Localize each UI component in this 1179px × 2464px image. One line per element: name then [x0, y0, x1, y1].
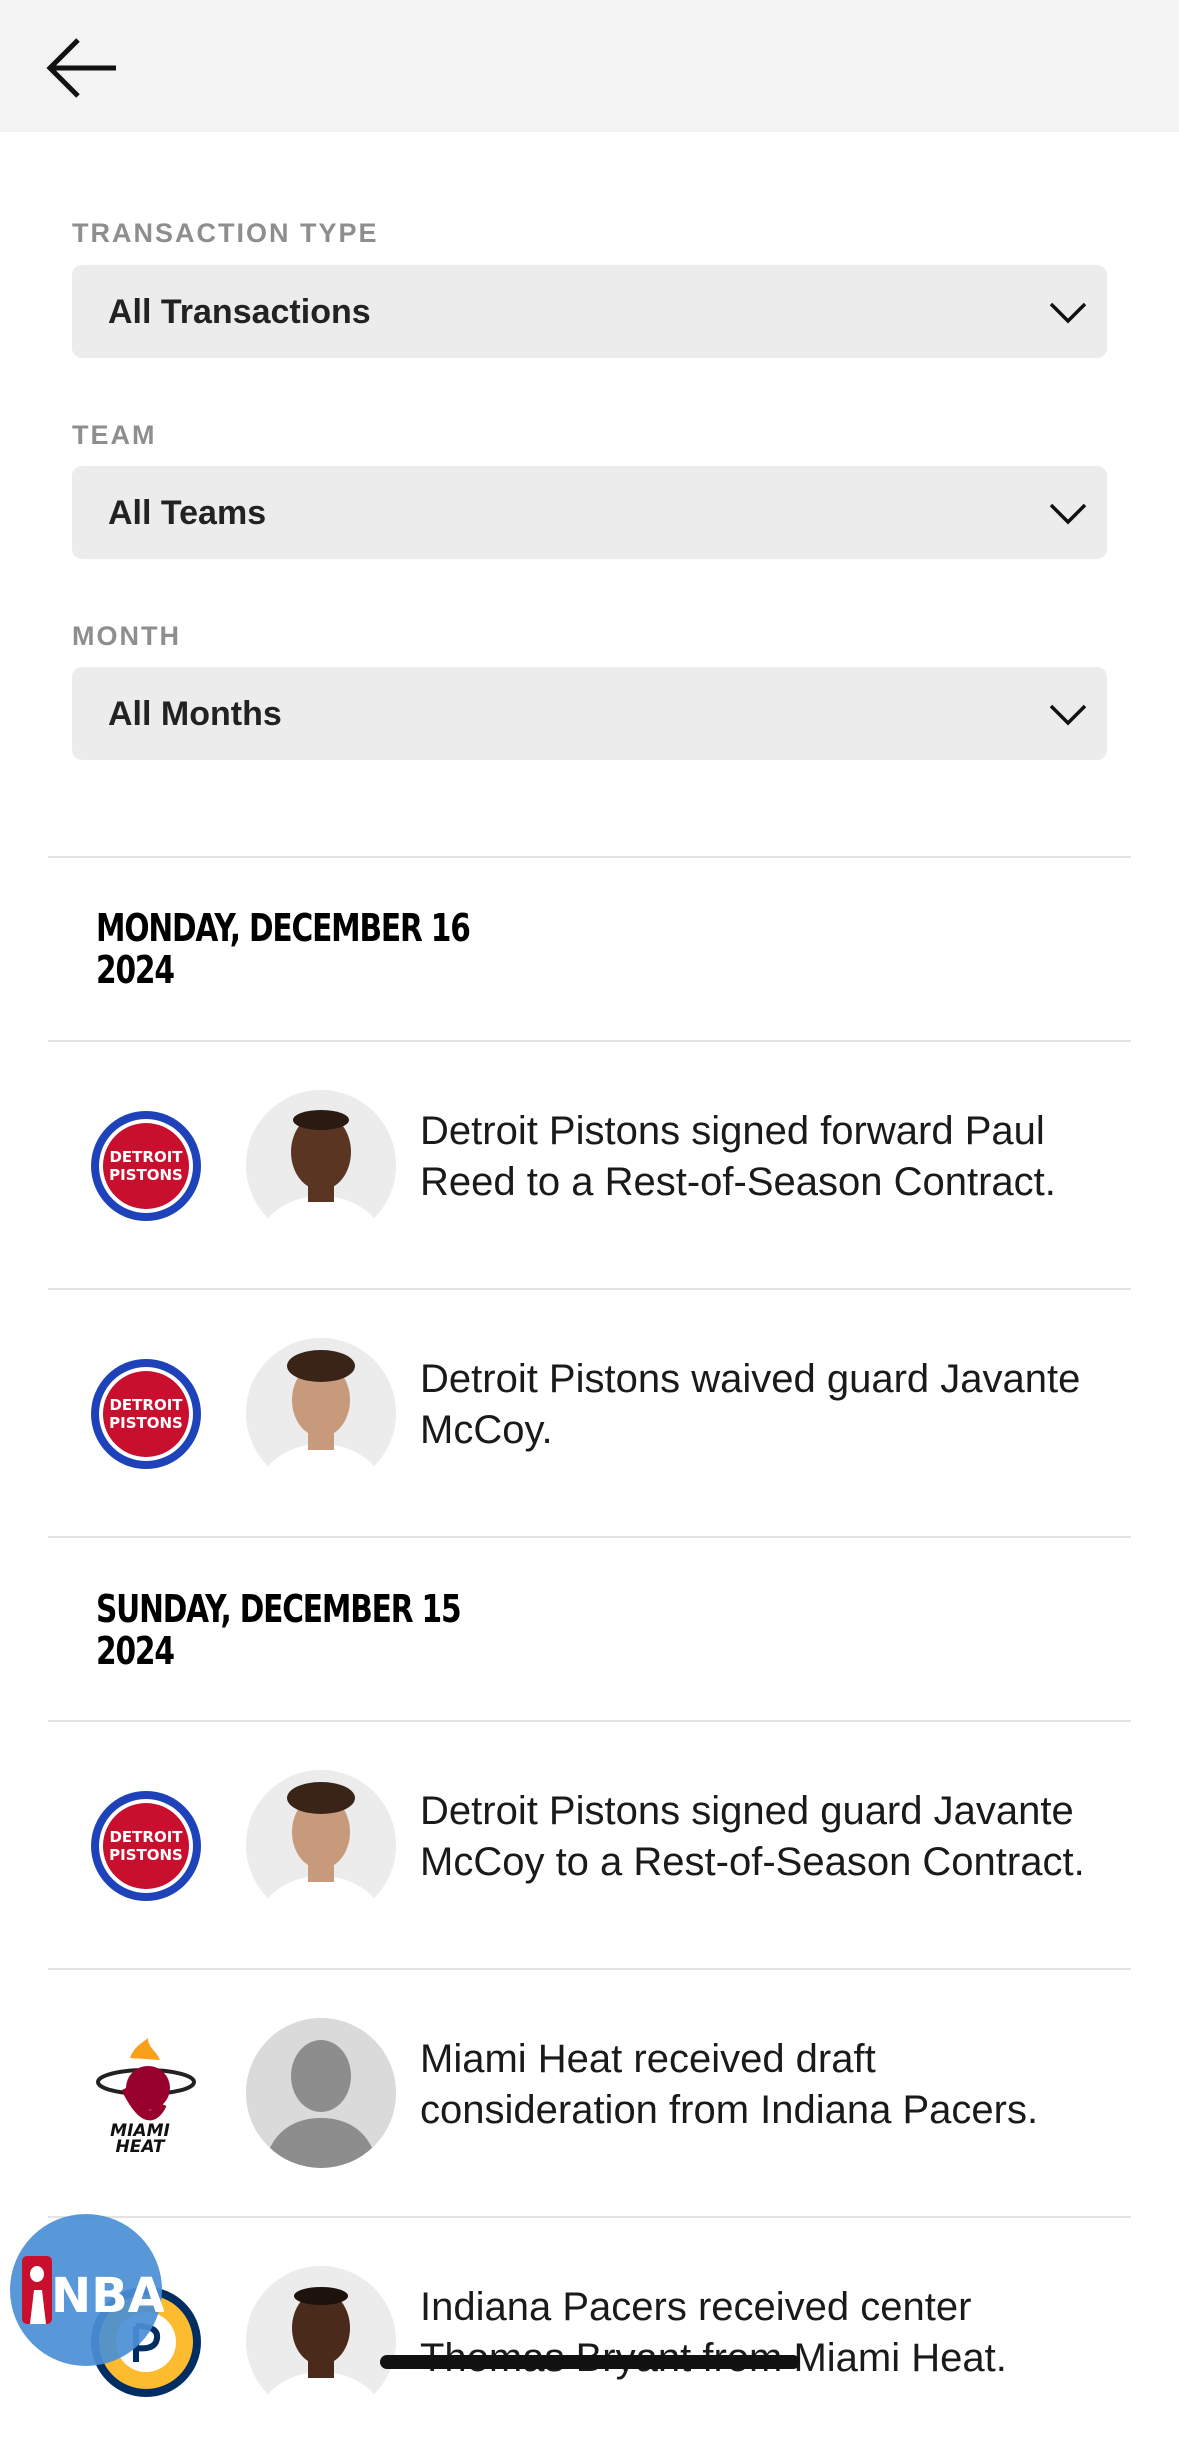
nba-logo-icon: NBA [10, 2214, 165, 2366]
chevron-down-icon [1049, 503, 1087, 525]
pistons-logo-icon: DETROIT PISTONS [91, 1791, 201, 1901]
pistons-logo-icon: DETROIT PISTONS [91, 1359, 201, 1469]
svg-text:PISTONS: PISTONS [109, 1414, 183, 1432]
player-headshot [246, 1770, 396, 1920]
date-heading-day: MONDAY, DECEMBER 16 [96, 906, 471, 950]
player-headshot [246, 1338, 396, 1488]
back-button[interactable] [44, 36, 124, 100]
top-bar [0, 0, 1179, 132]
player-photo-icon [246, 1770, 396, 1920]
svg-text:PISTONS: PISTONS [109, 1846, 183, 1864]
divider [48, 856, 1131, 858]
transaction-type-select[interactable]: All Transactions [72, 265, 1107, 358]
chevron-down-icon [1049, 704, 1087, 726]
transaction-text: Miami Heat received draft consideration … [420, 2037, 1039, 2132]
transaction-type-label: TRANSACTION TYPE [72, 218, 379, 248]
svg-text:DETROIT: DETROIT [109, 1148, 183, 1166]
divider [48, 1536, 1131, 1538]
team-label: TEAM [72, 420, 157, 450]
player-headshot [246, 2266, 396, 2416]
arrow-left-icon [46, 38, 116, 98]
transaction-type-value: All Transactions [108, 293, 371, 331]
heat-logo-icon: MIAMI HEAT [96, 2038, 196, 2157]
pistons-logo-icon: DETROIT PISTONS [91, 1111, 201, 1221]
transaction-row[interactable]: Indiana Pacers received center Thomas Br… [48, 2218, 1131, 2464]
transaction-text: Detroit Pistons signed forward Paul Reed… [420, 1109, 1056, 1204]
svg-text:HEAT: HEAT [116, 2137, 166, 2157]
nba-fab-label: NBA [51, 2268, 164, 2324]
month-value: All Months [108, 695, 282, 733]
date-heading: SUNDAY, DECEMBER 15 2024 [96, 1587, 462, 1673]
person-silhouette-icon [246, 2018, 396, 2168]
transaction-text: Detroit Pistons signed guard Javante McC… [420, 1789, 1085, 1884]
svg-text:PISTONS: PISTONS [109, 1166, 183, 1184]
player-photo-icon [246, 1090, 396, 1240]
transaction-row[interactable]: DETROIT PISTONS Detroit Pistons signed g… [48, 1722, 1131, 1968]
date-heading: MONDAY, DECEMBER 16 2024 [96, 906, 471, 992]
player-photo-icon [246, 2266, 396, 2416]
transaction-text: Detroit Pistons waived guard Javante McC… [420, 1357, 1081, 1452]
transaction-row[interactable]: DETROIT PISTONS Detroit Pistons waived g… [48, 1290, 1131, 1536]
team-select[interactable]: All Teams [72, 466, 1107, 559]
transaction-row[interactable]: DETROIT PISTONS Detroit Pistons signed f… [48, 1042, 1131, 1288]
home-indicator [380, 2355, 800, 2369]
month-select[interactable]: All Months [72, 667, 1107, 760]
svg-text:DETROIT: DETROIT [109, 1828, 183, 1846]
date-heading-day: SUNDAY, DECEMBER 15 [96, 1587, 462, 1631]
player-headshot-placeholder [246, 2018, 396, 2168]
chevron-down-icon [1049, 302, 1087, 324]
player-headshot [246, 1090, 396, 1240]
date-heading-year: 2024 [96, 948, 175, 992]
month-label: MONTH [72, 621, 181, 651]
date-heading-year: 2024 [96, 1629, 175, 1673]
nba-app-button[interactable]: NBA [8, 2212, 165, 2368]
player-photo-icon [246, 1338, 396, 1488]
transaction-row[interactable]: MIAMI HEAT Miami Heat received draft con… [48, 1970, 1131, 2216]
team-value: All Teams [108, 494, 267, 532]
svg-text:DETROIT: DETROIT [109, 1396, 183, 1414]
